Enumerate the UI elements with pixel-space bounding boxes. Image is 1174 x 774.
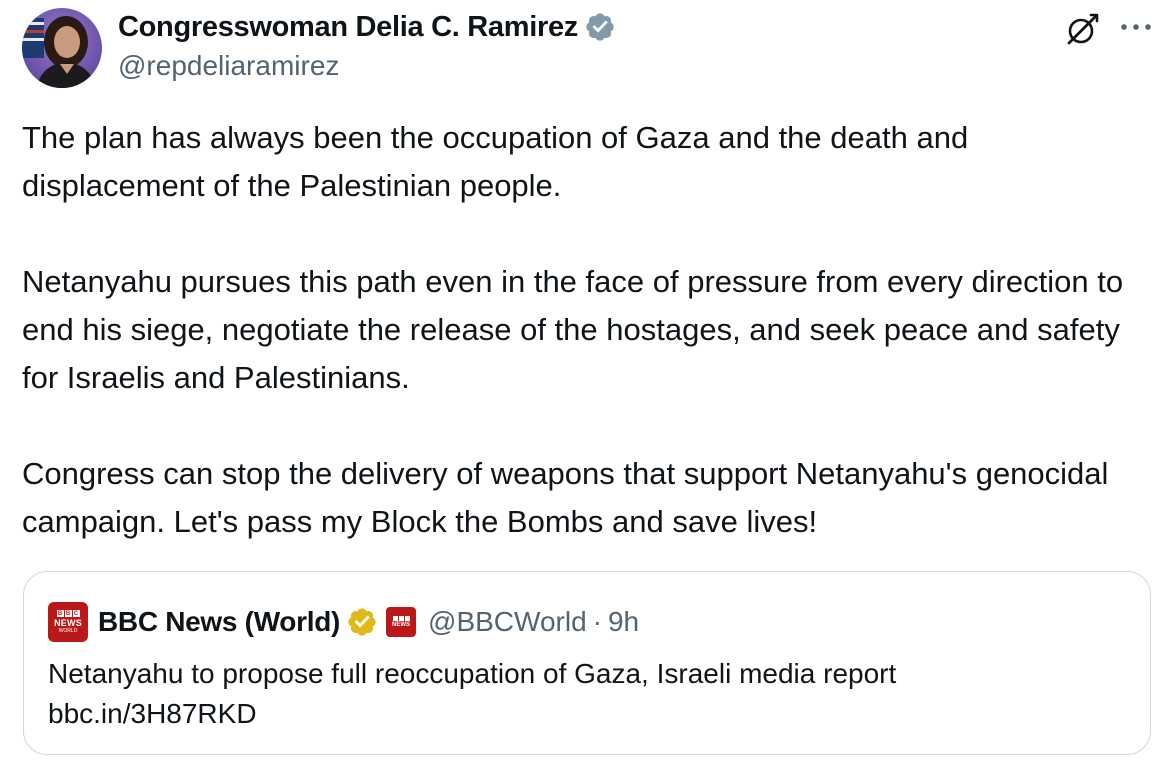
quoted-author-name[interactable]: BBC News (World) bbox=[98, 606, 340, 638]
grok-icon[interactable] bbox=[1064, 12, 1100, 48]
avatar[interactable] bbox=[22, 8, 102, 88]
quoted-tweet-header: B B C NEWS WORLD BBC News (World) NEWS @… bbox=[48, 602, 639, 642]
bbc-news-logo[interactable]: B B C NEWS WORLD bbox=[48, 602, 88, 642]
tweet-paragraph: Congress can stop the delivery of weapon… bbox=[22, 456, 1109, 539]
quoted-tweet-text: Netanyahu to propose full reoccupation o… bbox=[48, 654, 1128, 734]
quoted-timestamp[interactable]: 9h bbox=[608, 606, 639, 638]
author-handle[interactable]: @repdeliaramirez bbox=[118, 50, 339, 82]
tweet-paragraph: Netanyahu pursues this path even in the … bbox=[22, 264, 1124, 395]
logo-letter: B bbox=[64, 610, 72, 617]
affiliate-news: NEWS bbox=[392, 622, 411, 628]
more-icon[interactable] bbox=[1116, 12, 1156, 42]
logo-letter: C bbox=[72, 610, 80, 617]
logo-news: NEWS bbox=[54, 618, 82, 628]
quoted-headline: Netanyahu to propose full reoccupation o… bbox=[48, 658, 897, 689]
quoted-link[interactable]: bbc.in/3H87RKD bbox=[48, 694, 1128, 734]
tweet: Congresswoman Delia C. Ramirez @repdelia… bbox=[0, 0, 1174, 774]
quoted-tweet-card[interactable]: B B C NEWS WORLD BBC News (World) NEWS @… bbox=[23, 571, 1151, 755]
logo-world: WORLD bbox=[58, 628, 78, 634]
separator-dot: · bbox=[592, 606, 602, 637]
quoted-author-handle[interactable]: @BBCWorld bbox=[428, 606, 587, 638]
tweet-text: The plan has always been the occupation … bbox=[22, 114, 1142, 546]
bbc-affiliate-icon[interactable]: NEWS bbox=[386, 607, 417, 637]
verified-badge-icon bbox=[586, 13, 614, 41]
logo-letter: B bbox=[56, 610, 64, 617]
author-name-row: Congresswoman Delia C. Ramirez bbox=[118, 8, 616, 46]
gold-verified-badge-icon bbox=[348, 608, 376, 636]
tweet-paragraph: The plan has always been the occupation … bbox=[22, 120, 969, 203]
author-name[interactable]: Congresswoman Delia C. Ramirez bbox=[118, 11, 578, 44]
